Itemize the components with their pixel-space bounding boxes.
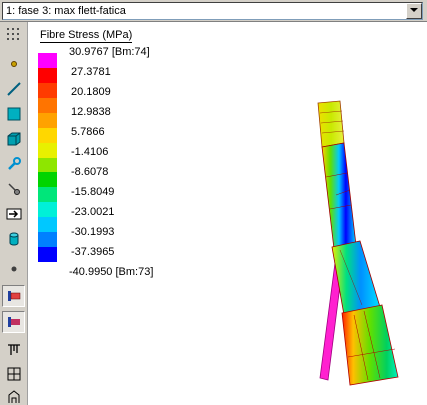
color-swatch: [38, 187, 57, 203]
color-swatch: [38, 127, 57, 144]
color-swatch: [38, 157, 57, 173]
middle-segment: [321, 142, 357, 250]
color-swatch: [38, 112, 57, 129]
support-button[interactable]: [2, 178, 25, 200]
beam-results-icon: [7, 291, 20, 301]
legend-label: -30.1993: [71, 226, 115, 238]
wrench-icon: [7, 157, 21, 170]
chevron-down-icon: [410, 8, 418, 12]
cylinder-icon: [9, 232, 18, 246]
legend-label: -8.6078: [71, 166, 109, 178]
dropdown-button[interactable]: [406, 3, 422, 19]
load-button[interactable]: [2, 203, 25, 225]
line-element-button[interactable]: [2, 78, 25, 100]
color-scale: [38, 53, 57, 263]
solid-element-button[interactable]: [2, 128, 25, 150]
load-case-value: 1: fase 3: max flett-fatica: [6, 5, 126, 17]
fibre-stress-icon: [7, 317, 20, 327]
color-swatch: [38, 217, 57, 233]
legend-label: 30.9767 [Bm:74]: [69, 46, 150, 58]
fibre-stress-button[interactable]: [2, 311, 25, 333]
section-icon: [8, 390, 19, 403]
section-button[interactable]: [2, 386, 25, 405]
color-swatch: [38, 82, 57, 99]
plate-element-icon: [7, 107, 20, 121]
legend-label: -40.9950 [Bm:73]: [69, 266, 154, 278]
wrench-button[interactable]: [2, 153, 25, 175]
legend-label: 27.3781: [71, 66, 111, 78]
arrow-load-icon: [6, 208, 21, 220]
beam-results-button[interactable]: [2, 285, 25, 307]
mass-button[interactable]: [2, 258, 25, 280]
pin-support-icon: [7, 183, 20, 195]
point-mass-icon: [11, 266, 16, 272]
hinge-button[interactable]: [2, 338, 25, 360]
line-element-icon: [6, 82, 21, 96]
color-swatch: [38, 202, 57, 218]
base-segment: [341, 304, 399, 386]
color-swatch: [38, 172, 57, 188]
table-icon: [7, 367, 20, 381]
cylinder-button[interactable]: [2, 228, 25, 250]
solid-element-icon: [7, 132, 20, 146]
color-swatch: [38, 142, 57, 158]
beam-model-view: [317, 100, 399, 386]
color-swatch: [38, 97, 57, 114]
legend-label: 20.1809: [71, 86, 111, 98]
node-point-icon: [10, 61, 17, 67]
legend-label: -1.4106: [71, 146, 109, 158]
legend-label: -23.0021: [71, 206, 115, 218]
grid-dots-button[interactable]: [2, 24, 25, 46]
upper-segment: [317, 100, 345, 148]
load-case-select[interactable]: 1: fase 3: max flett-fatica: [2, 2, 423, 20]
legend-title: Fibre Stress (MPa): [40, 29, 133, 43]
node-button[interactable]: [2, 53, 25, 75]
color-swatch: [38, 67, 57, 84]
color-swatch: [38, 53, 57, 69]
hinge-icon: [7, 344, 20, 355]
color-swatch: [38, 247, 57, 263]
legend-label: 5.7866: [71, 126, 105, 138]
legend-label: 12.9838: [71, 106, 111, 118]
left-toolbar: [0, 22, 28, 405]
legend-label: -37.3965: [71, 246, 115, 258]
legend-label: -15.8049: [71, 186, 115, 198]
grid-dots-icon: [6, 28, 19, 40]
color-swatch: [38, 232, 57, 248]
load-case-bar: 1: fase 3: max flett-fatica: [0, 0, 427, 22]
plate-element-button[interactable]: [2, 103, 25, 125]
lower-segment: [331, 240, 381, 316]
table-button[interactable]: [2, 363, 25, 385]
